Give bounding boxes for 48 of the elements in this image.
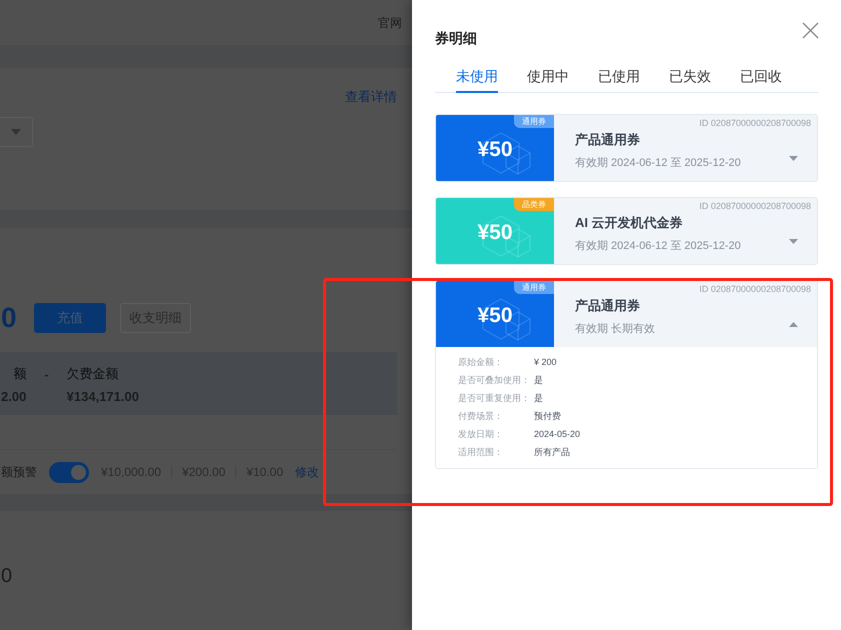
coupon-badge: 通用券: [514, 115, 554, 128]
detail-label: 适用范围：: [458, 446, 504, 459]
detail-value: 预付费: [534, 410, 561, 423]
coupon-badge: 品类券: [514, 198, 554, 211]
close-button[interactable]: [802, 22, 819, 38]
separator-text: -: [44, 366, 49, 384]
detail-value: 2024-05-20: [534, 428, 580, 441]
detail-value: ¥ 200: [534, 356, 557, 369]
summary-label: 欠费金额: [66, 365, 120, 383]
coupon-validity: 有效期 2024-06-12 至 2025-12-20: [575, 238, 741, 254]
coupon-badge: 通用券: [514, 281, 554, 294]
tab[interactable]: 已失效: [669, 61, 711, 93]
coupon-amount: ¥50: [477, 137, 513, 164]
detail-value: 所有产品: [534, 446, 570, 459]
detail-label: 原始金额：: [458, 356, 504, 369]
detail-label: 是否可重复使用：: [458, 392, 531, 405]
dropdown[interactable]: [0, 116, 33, 146]
coupon-id: ID 02087000000208700098: [699, 117, 811, 130]
toggle-switch[interactable]: [49, 462, 89, 482]
detail-value: 是: [534, 374, 543, 387]
expand-toggle[interactable]: [788, 153, 798, 163]
drawer-title: 券明细: [435, 28, 477, 48]
coupon-title: AI 云开发机代金券: [575, 214, 684, 232]
detail-label: 发放日期：: [458, 428, 504, 441]
tab[interactable]: 已使用: [598, 61, 640, 93]
coupon-amount: ¥50: [477, 220, 513, 246]
coupon-title: 产品通用券: [575, 131, 641, 149]
coupon-id: ID 02087000000208700098: [699, 283, 811, 296]
coupon-title: 产品通用券: [575, 297, 641, 315]
coupon-validity: 有效期 2024-06-12 至 2025-12-20: [575, 156, 741, 170]
tab[interactable]: 使用中: [527, 61, 569, 93]
detail-label: 付费场景：: [458, 410, 504, 423]
tab[interactable]: 未使用: [456, 61, 498, 93]
expand-toggle[interactable]: [788, 236, 798, 246]
coupon-amount: ¥50: [477, 303, 513, 330]
tab[interactable]: 已回收: [740, 61, 782, 93]
alert-label: 额预警: [1, 464, 37, 481]
caret-up-icon: [788, 322, 798, 326]
coupon-validity: 有效期 长期有效: [575, 322, 656, 336]
close-icon: [802, 22, 819, 38]
caret-icon: [11, 128, 21, 134]
caret-down-icon: [788, 238, 798, 244]
caret-down-icon: [788, 156, 798, 160]
balance-value: 0: [1, 301, 18, 335]
coupon-id: ID 02087000000208700098: [699, 200, 811, 213]
detail-label: 是否可叠加使用：: [458, 374, 531, 387]
summary-label: 额: [13, 365, 26, 383]
detail-value: 是: [534, 392, 543, 405]
